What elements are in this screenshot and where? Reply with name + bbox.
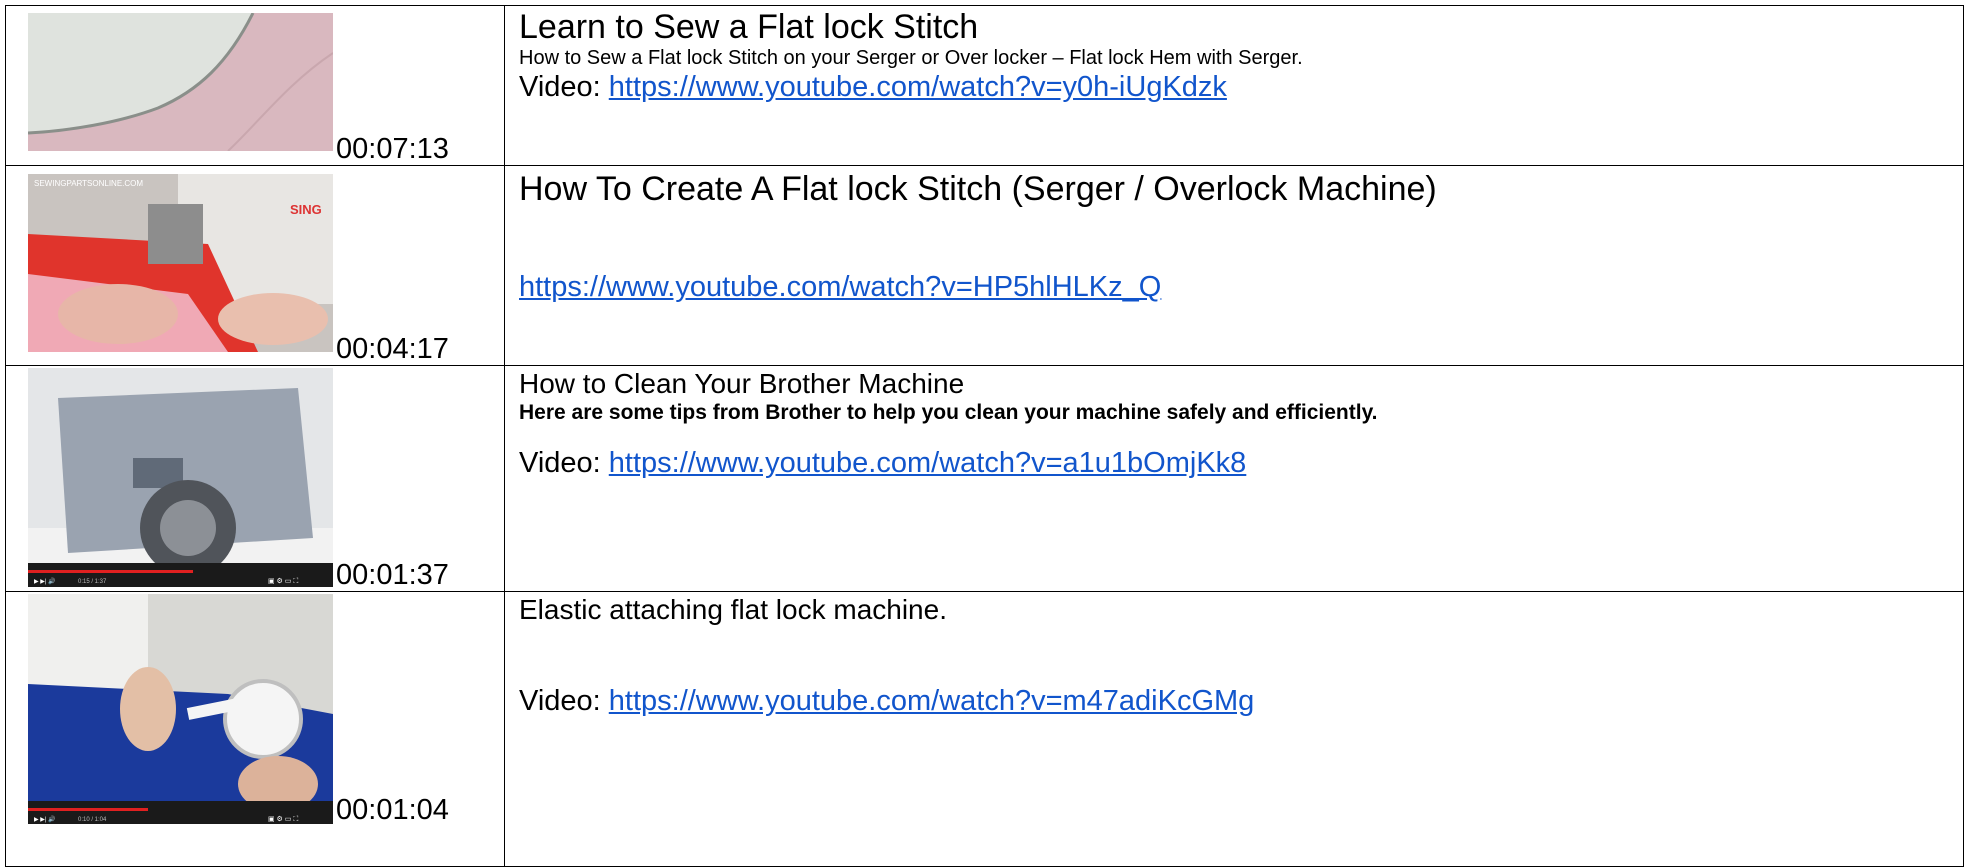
svg-text:▶ ▶| 🔊: ▶ ▶| 🔊 <box>34 815 56 823</box>
details-cell: Elastic attaching flat lock machine. Vid… <box>504 591 1964 867</box>
details-cell: How to Clean Your Brother Machine Here a… <box>504 365 1964 592</box>
video-link[interactable]: https://www.youtube.com/watch?v=a1u1bOmj… <box>609 447 1247 479</box>
fabric-thumbnail-icon <box>28 13 333 151</box>
svg-text:▣ ⚙ ▭ ⛶: ▣ ⚙ ▭ ⛶ <box>268 815 298 823</box>
video-thumbnail[interactable] <box>28 13 333 151</box>
video-link[interactable]: https://www.youtube.com/watch?v=HP5hlHLK… <box>519 271 1161 303</box>
video-row: SEWINGPARTSONLINE.COM SING 00:04:17 How … <box>5 165 1964 366</box>
video-link-line: Video: https://www.youtube.com/watch?v=a… <box>519 446 1963 480</box>
video-duration: 00:01:04 <box>336 794 449 826</box>
video-description: Here are some tips from Brother to help … <box>519 401 1378 424</box>
video-description: How to Sew a Flat lock Stitch on your Se… <box>519 47 1303 69</box>
thumb-watermark: SEWINGPARTSONLINE.COM <box>34 179 143 188</box>
video-link[interactable]: https://www.youtube.com/watch?v=m47adiKc… <box>609 685 1255 717</box>
thumbnail-cell: ▶ ▶| 🔊 0:10 / 1:04 ▣ ⚙ ▭ ⛶ 00:01:04 <box>5 591 505 867</box>
video-label: Video: <box>519 71 609 103</box>
thumbnail-cell: SEWINGPARTSONLINE.COM SING 00:04:17 <box>5 165 505 366</box>
video-title: Elastic attaching flat lock machine. <box>519 594 947 625</box>
video-duration: 00:01:37 <box>336 559 449 591</box>
thumbnail-cell: 00:07:13 <box>5 5 505 166</box>
video-title: How to Clean Your Brother Machine <box>519 368 965 399</box>
video-thumbnail[interactable]: ▶ ▶| 🔊 0:10 / 1:04 ▣ ⚙ ▭ ⛶ <box>28 594 333 824</box>
video-duration: 00:04:17 <box>336 333 449 365</box>
details-cell: Learn to Sew a Flat lock Stitch How to S… <box>504 5 1964 166</box>
player-time: 0:10 / 1:04 <box>78 817 107 823</box>
video-list-table: 00:07:13 Learn to Sew a Flat lock Stitch… <box>5 5 1964 867</box>
elastic-machine-thumbnail-icon: ▶ ▶| 🔊 0:10 / 1:04 ▣ ⚙ ▭ ⛶ <box>28 594 333 824</box>
video-duration: 00:07:13 <box>336 133 449 165</box>
video-label: Video: <box>519 447 609 479</box>
video-row: 00:07:13 Learn to Sew a Flat lock Stitch… <box>5 5 1964 166</box>
video-link-line: Video: https://www.youtube.com/watch?v=m… <box>519 684 1963 718</box>
video-row: ▶ ▶| 🔊 0:15 / 1:37 ▣ ⚙ ▭ ⛶ 00:01:37 How … <box>5 365 1964 592</box>
video-link-line: https://www.youtube.com/watch?v=HP5hlHLK… <box>519 270 1963 304</box>
video-label: Video: <box>519 685 609 717</box>
svg-text:▶ ▶| 🔊: ▶ ▶| 🔊 <box>34 577 56 585</box>
video-link[interactable]: https://www.youtube.com/watch?v=y0h-iUgK… <box>609 71 1227 103</box>
video-title: How To Create A Flat lock Stitch (Serger… <box>519 170 1437 208</box>
video-thumbnail[interactable]: ▶ ▶| 🔊 0:15 / 1:37 ▣ ⚙ ▭ ⛶ <box>28 368 333 587</box>
svg-text:▣ ⚙ ▭ ⛶: ▣ ⚙ ▭ ⛶ <box>268 577 298 585</box>
thumb-brand: SING <box>290 202 322 217</box>
video-title: Learn to Sew a Flat lock Stitch <box>519 8 979 46</box>
video-row: ▶ ▶| 🔊 0:10 / 1:04 ▣ ⚙ ▭ ⛶ 00:01:04 Elas… <box>5 591 1964 867</box>
serger-thumbnail-icon: SEWINGPARTSONLINE.COM SING <box>28 174 333 352</box>
details-cell: How To Create A Flat lock Stitch (Serger… <box>504 165 1964 366</box>
thumbnail-cell: ▶ ▶| 🔊 0:15 / 1:37 ▣ ⚙ ▭ ⛶ 00:01:37 <box>5 365 505 592</box>
bobbin-area-thumbnail-icon: ▶ ▶| 🔊 0:15 / 1:37 ▣ ⚙ ▭ ⛶ <box>28 368 333 587</box>
video-link-line: Video: https://www.youtube.com/watch?v=y… <box>519 70 1963 104</box>
video-thumbnail[interactable]: SEWINGPARTSONLINE.COM SING <box>28 174 333 352</box>
player-time: 0:15 / 1:37 <box>78 579 107 585</box>
